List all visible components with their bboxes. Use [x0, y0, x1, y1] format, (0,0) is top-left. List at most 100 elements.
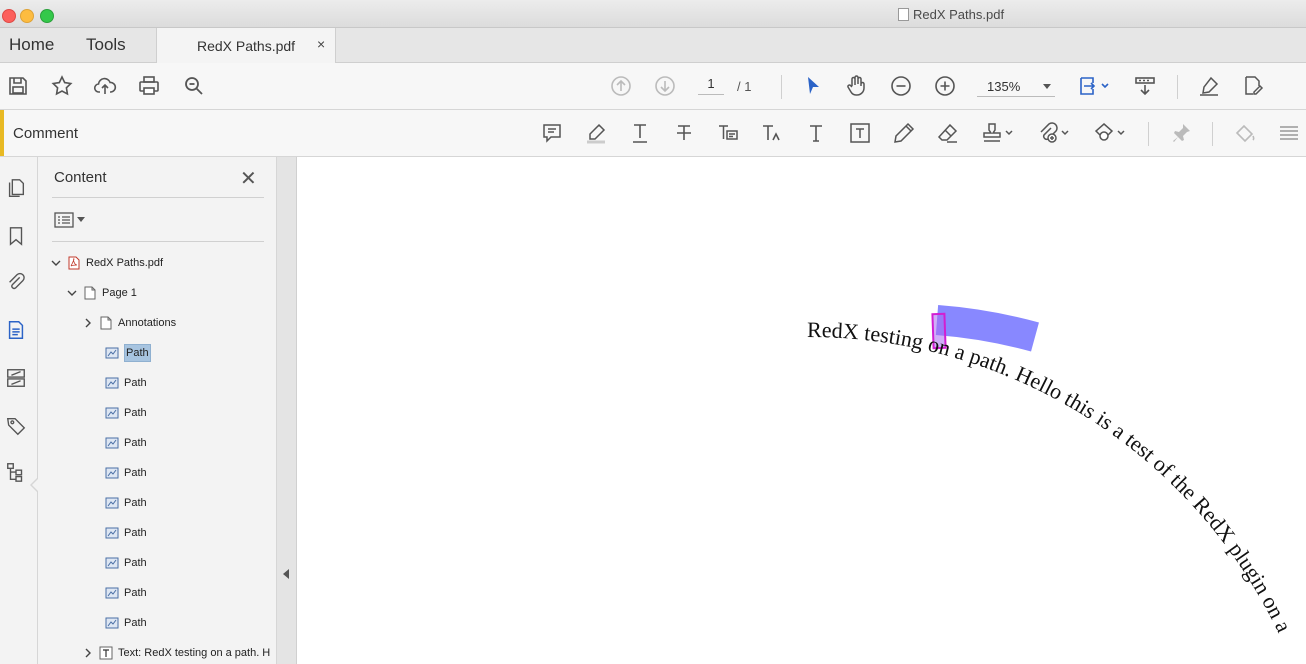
- tree-node-label: Path: [124, 587, 147, 599]
- page-display-button[interactable]: [1075, 73, 1113, 99]
- replace-text-button[interactable]: [714, 120, 742, 146]
- chevron-down-icon[interactable]: [66, 287, 78, 299]
- bookmark-star-button[interactable]: [49, 73, 75, 99]
- tree-node-label: Path: [124, 467, 147, 479]
- tree-node-path[interactable]: Path: [100, 432, 147, 454]
- draw-button[interactable]: [890, 120, 918, 146]
- document-view[interactable]: RedX testing on a path. Hello this is a …: [297, 157, 1306, 664]
- shapes-button[interactable]: [1090, 120, 1128, 146]
- tab-home[interactable]: Home: [9, 35, 54, 55]
- path-object-icon: [105, 406, 119, 420]
- underline-text-button[interactable]: [626, 120, 654, 146]
- zoom-out-button[interactable]: [888, 73, 914, 99]
- pushpin-icon: [1173, 124, 1190, 142]
- chevron-right-icon[interactable]: [82, 647, 94, 659]
- pencil-icon: [894, 122, 915, 143]
- tree-node-label: Annotations: [118, 317, 177, 329]
- next-page-button[interactable]: [652, 73, 678, 99]
- tags-panel-button[interactable]: [4, 413, 28, 439]
- sign-button[interactable]: [1196, 73, 1222, 99]
- tree-node-path[interactable]: Path: [100, 372, 147, 394]
- select-tool-button[interactable]: [800, 73, 826, 99]
- collapse-panel-arrow-icon[interactable]: [283, 569, 289, 579]
- save-button[interactable]: [5, 73, 31, 99]
- page-thumbnails-button[interactable]: [4, 175, 28, 201]
- tree-node-page[interactable]: Page 1: [66, 282, 137, 304]
- tree-node-label: Path: [124, 527, 147, 539]
- content-panel-button[interactable]: [4, 317, 28, 343]
- printer-icon: [139, 76, 159, 95]
- model-tree-button[interactable]: [4, 459, 28, 485]
- fit-page-icon: [1080, 77, 1109, 95]
- zoom-level-select[interactable]: 135%: [977, 76, 1055, 97]
- insert-text-button[interactable]: [758, 120, 786, 146]
- attachments-button[interactable]: [4, 269, 28, 295]
- chevron-right-icon[interactable]: [82, 317, 94, 329]
- panel-divider: [52, 241, 264, 242]
- tree-node-path[interactable]: Path: [100, 612, 147, 634]
- path-object-icon: [105, 616, 119, 630]
- paperclip-icon: [9, 272, 25, 290]
- order-panel-button[interactable]: [4, 365, 28, 391]
- main-toolbar: 1 / 1 135%: [0, 63, 1306, 110]
- strikethrough-text-button[interactable]: [670, 120, 698, 146]
- shapes-icon: [1094, 123, 1125, 141]
- comment-options-button[interactable]: [1275, 120, 1303, 146]
- pin-button[interactable]: [1167, 120, 1195, 146]
- tree-node-path[interactable]: Path: [100, 552, 147, 574]
- previous-page-button[interactable]: [608, 73, 634, 99]
- window-maximize-button[interactable]: [40, 9, 54, 23]
- tree-node-label: Page 1: [102, 287, 137, 299]
- page-number-input[interactable]: 1: [698, 76, 724, 95]
- upload-button[interactable]: [92, 73, 118, 99]
- tree-node-path[interactable]: Path: [100, 522, 147, 544]
- tab-close-button[interactable]: ×: [317, 36, 325, 52]
- tree-node-path[interactable]: Path: [100, 462, 147, 484]
- tag-icon: [6, 417, 26, 436]
- attach-file-button[interactable]: [1034, 120, 1072, 146]
- chevron-down-icon[interactable]: [50, 257, 62, 269]
- path-object-icon: [105, 466, 119, 480]
- bookmarks-button[interactable]: [4, 223, 28, 249]
- tab-document[interactable]: RedX Paths.pdf ×: [156, 28, 336, 63]
- speech-bubble-icon: [543, 124, 561, 143]
- sticky-note-button[interactable]: [538, 120, 566, 146]
- content-panel: Content ✕ RedX Paths.pdf Page 1 Annotati…: [38, 157, 277, 664]
- text-box-button[interactable]: [846, 120, 874, 146]
- tab-tools[interactable]: Tools: [86, 35, 126, 55]
- path-object-icon: [105, 526, 119, 540]
- close-panel-button[interactable]: ✕: [240, 166, 257, 191]
- panel-splitter[interactable]: [277, 157, 297, 664]
- reading-order-icon: [7, 369, 25, 387]
- arrow-up-circle-icon: [611, 76, 631, 96]
- path-object-icon: [105, 496, 119, 510]
- stamp-button[interactable]: [978, 120, 1016, 146]
- tree-node-text[interactable]: Text: RedX testing on a path. H: [82, 642, 270, 664]
- tree-node-path[interactable]: Path: [100, 402, 147, 424]
- find-button[interactable]: [181, 73, 207, 99]
- lines-icon: [1280, 126, 1298, 140]
- highlight-text-button[interactable]: [582, 120, 610, 146]
- window-close-button[interactable]: [2, 9, 16, 23]
- toolbar-divider: [1148, 122, 1149, 146]
- tree-node-annotations[interactable]: Annotations: [82, 312, 176, 334]
- add-text-button[interactable]: [802, 120, 830, 146]
- content-options-button[interactable]: [54, 211, 90, 229]
- fill-sign-button[interactable]: [1240, 73, 1266, 99]
- zoom-level-value: 135%: [987, 79, 1021, 94]
- tree-node-document[interactable]: RedX Paths.pdf: [50, 252, 163, 274]
- eraser-button[interactable]: [934, 120, 962, 146]
- color-button[interactable]: [1231, 120, 1259, 146]
- zoom-in-button[interactable]: [932, 73, 958, 99]
- tree-node-path[interactable]: Path: [100, 342, 151, 364]
- path-object-icon: [105, 376, 119, 390]
- tab-bar: Home Tools RedX Paths.pdf ×: [0, 28, 1306, 63]
- window-minimize-button[interactable]: [20, 9, 34, 23]
- print-button[interactable]: [136, 73, 162, 99]
- scrolling-mode-button[interactable]: [1132, 73, 1158, 99]
- tree-node-path[interactable]: Path: [100, 582, 147, 604]
- tree-node-path[interactable]: Path: [100, 492, 147, 514]
- search-icon: [185, 77, 203, 95]
- tree-node-label: Path: [124, 557, 147, 569]
- hand-tool-button[interactable]: [843, 73, 869, 99]
